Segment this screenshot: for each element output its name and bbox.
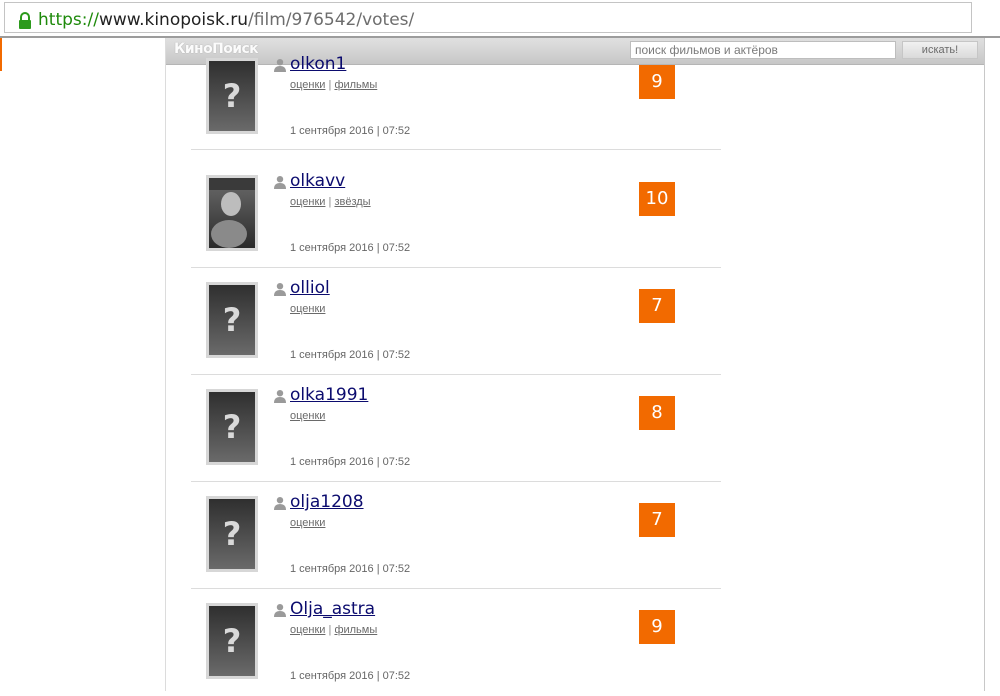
url-scheme: https://	[38, 10, 99, 30]
user-icon	[274, 283, 286, 296]
rating-badge: 7	[639, 503, 675, 537]
rating-badge: 9	[639, 65, 675, 99]
ratings-link[interactable]: оценки	[290, 79, 325, 91]
avatar-placeholder-icon: ?	[209, 499, 255, 569]
orange-edge-marker	[0, 38, 2, 71]
user-links: оценки | фильмы	[290, 623, 377, 637]
avatar[interactable]	[206, 175, 258, 251]
vote-date: 1 сентября 2016 | 07:52	[290, 242, 411, 254]
avatar-placeholder-icon: ?	[209, 392, 255, 462]
ratings-link[interactable]: оценки	[290, 624, 325, 636]
ratings-link[interactable]: оценки	[290, 517, 325, 529]
vote-date: 1 сентября 2016 | 07:52	[290, 670, 411, 682]
vote-row: ? olja1208 оценки 1 сентября 2016 | 07:52 7	[191, 482, 721, 589]
user-links: оценки | звёзды	[290, 195, 371, 209]
user-links: оценки	[290, 409, 325, 423]
vote-row: ? olkon1 оценки | фильмы 1 сентября 2016 | …	[191, 54, 721, 161]
url-host: www.kinopoisk.ru	[98, 10, 249, 30]
secondary-link[interactable]: звёзды	[334, 196, 370, 208]
username-link[interactable]: olliol	[290, 278, 330, 298]
left-background	[0, 38, 165, 691]
url-text[interactable]: https://www.kinopoisk.ru/film/976542/vot…	[38, 9, 414, 31]
avatar-placeholder-icon: ?	[209, 606, 255, 676]
user-links: оценки	[290, 516, 325, 530]
ratings-link[interactable]: оценки	[290, 303, 325, 315]
vote-date: 1 сентября 2016 | 07:52	[290, 349, 411, 361]
username-link[interactable]: olkon1	[290, 54, 346, 74]
vote-row: ? olliol оценки 1 сентября 2016 | 07:52 7	[191, 268, 721, 375]
browser-address-bar: https://www.kinopoisk.ru/film/976542/vot…	[0, 0, 1000, 36]
vote-row: ? Olja_astra оценки | фильмы 1 сентября 201…	[191, 589, 721, 696]
username-link[interactable]: olka1991	[290, 385, 368, 405]
rating-badge: 7	[639, 289, 675, 323]
avatar[interactable]: ?	[206, 282, 258, 358]
secondary-link[interactable]: фильмы	[334, 79, 377, 91]
avatar[interactable]: ?	[206, 496, 258, 572]
url-field[interactable]: https://www.kinopoisk.ru/film/976542/vot…	[4, 2, 972, 33]
ratings-link[interactable]: оценки	[290, 196, 325, 208]
user-links: оценки | фильмы	[290, 78, 377, 92]
vote-date: 1 сентября 2016 | 07:52	[290, 563, 411, 575]
rating-badge: 9	[639, 610, 675, 644]
avatar[interactable]: ?	[206, 389, 258, 465]
username-link[interactable]: olja1208	[290, 492, 364, 512]
site-content: КиноПоиск искать! ?olkon1оценки | фильмы…	[165, 38, 985, 691]
user-icon	[274, 59, 286, 72]
user-icon	[274, 604, 286, 617]
user-icon	[274, 497, 286, 510]
username-link[interactable]: Olja_astra	[290, 599, 375, 619]
avatar-placeholder-icon: ?	[209, 61, 255, 131]
user-icon	[274, 176, 286, 189]
vote-row: olkavv оценки | звёзды 1 сентября 2016 | 0…	[191, 161, 721, 268]
avatar[interactable]: ?	[206, 58, 258, 134]
rating-badge: 10	[639, 182, 675, 216]
vote-row: ? olka1991 оценки 1 сентября 2016 | 07:52 8	[191, 375, 721, 482]
ratings-link[interactable]: оценки	[290, 410, 325, 422]
avatar[interactable]: ?	[206, 603, 258, 679]
row-divider	[191, 149, 721, 150]
lock-icon	[19, 12, 31, 29]
username-link[interactable]: olkavv	[290, 171, 345, 191]
right-background	[985, 38, 1000, 691]
secondary-link[interactable]: фильмы	[334, 624, 377, 636]
vote-date: 1 сентября 2016 | 07:52	[290, 456, 411, 468]
user-links: оценки	[290, 302, 325, 316]
rating-badge: 8	[639, 396, 675, 430]
url-path: /film/976542/votes/	[248, 10, 415, 30]
avatar-photo	[209, 178, 255, 248]
avatar-placeholder-icon: ?	[209, 285, 255, 355]
user-icon	[274, 390, 286, 403]
vote-date: 1 сентября 2016 | 07:52	[290, 125, 411, 137]
search-button[interactable]: искать!	[902, 41, 978, 59]
